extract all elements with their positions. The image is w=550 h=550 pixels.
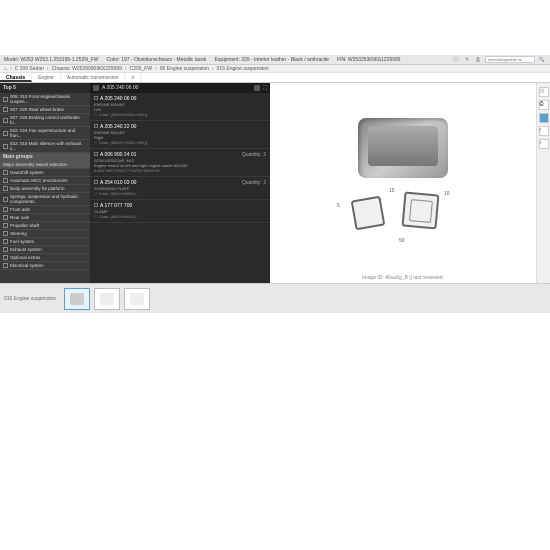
group-item[interactable]: Automatic MCC encrosorven (0, 177, 90, 185)
diagram-caption: Image ID: 46uu6g_B || last reviewed: (362, 275, 444, 281)
crumb-group[interactable]: 05 Engine suspension (160, 66, 209, 72)
checkbox-icon[interactable] (94, 180, 98, 184)
model-info: Model: W253 W253.1.253195-1.253N_FW (4, 57, 99, 63)
expand-icon[interactable]: ⛶ (263, 85, 267, 91)
link-icon[interactable] (539, 113, 549, 123)
right-toolbar: 🛒 ⎙ ‹ › (536, 83, 550, 283)
checkbox-icon[interactable] (3, 97, 8, 102)
forward-icon[interactable]: › (539, 139, 549, 149)
group-item[interactable]: Exhaust system (0, 246, 90, 254)
search-icon[interactable] (93, 85, 99, 91)
back-icon[interactable]: ‹ (539, 126, 549, 136)
callout[interactable]: 50 (398, 238, 406, 244)
checkbox-icon[interactable] (3, 118, 8, 123)
search-input[interactable] (485, 56, 535, 63)
checkbox-icon[interactable] (3, 215, 8, 220)
part-row[interactable]: A 205 240 06 00 ENGINE MOUNT Left ⚐ Code… (90, 93, 270, 121)
checkbox-icon[interactable] (3, 231, 8, 236)
thumb-label: 015 Engine suspension (4, 296, 56, 302)
top5-header: Top 5 (0, 83, 90, 93)
checkbox-icon[interactable] (94, 96, 98, 100)
checkbox-icon[interactable] (3, 223, 8, 228)
group-item[interactable]: Front axle (0, 206, 90, 214)
equipment-info: Equipment: 229 - Interior leather - Blac… (215, 57, 330, 63)
checkbox-icon[interactable] (3, 131, 8, 136)
top5-item[interactable]: 007: 025 Braking control unit/brake fo..… (0, 114, 90, 127)
group-item[interactable]: Optional extras (0, 254, 90, 262)
group-item[interactable]: Steering (0, 230, 90, 238)
checkbox-icon[interactable] (3, 186, 8, 191)
group-item[interactable]: Body assembly for platform (0, 185, 90, 193)
checkbox-icon[interactable] (3, 239, 8, 244)
checkbox-icon[interactable] (3, 197, 8, 202)
crumb-code[interactable]: C205_FW (130, 66, 153, 72)
thumbnail[interactable] (64, 288, 90, 310)
flag-icon: ⚐ (94, 112, 98, 117)
tab-automatic[interactable]: Automatic transmission (61, 73, 126, 82)
part-row[interactable]: A 006 990 24 01Quantity: 2 SCHLUSSSCHR. … (90, 149, 270, 177)
checkbox-icon[interactable] (94, 203, 98, 207)
thumbnail[interactable] (94, 288, 120, 310)
thumbnail-bar: 015 Engine suspension (0, 283, 550, 313)
tab-collapse[interactable]: ≡ (125, 73, 141, 82)
engine-diagram: 5 15 10 50 (328, 113, 478, 253)
callout[interactable]: 10 (443, 191, 451, 197)
top5-item[interactable]: 022: 016 Main silencer with exhaust s... (0, 140, 90, 153)
checkbox-icon[interactable] (94, 124, 98, 128)
tab-chassis[interactable]: Chassis (0, 73, 32, 82)
checkbox-icon[interactable] (3, 207, 8, 212)
color-info: Color: 197 - Obsidianschwarz - Metallic … (107, 57, 207, 63)
crumb-chassis[interactable]: Chassis: W253999096X229999 (52, 66, 122, 72)
group-item[interactable]: Propeller shaft (0, 222, 90, 230)
sidebar: Top 5 005: 015 Front engine/chassis susp… (0, 83, 90, 283)
diagram-view[interactable]: 5 15 10 50 Image ID: 46uu6g_B || last re… (270, 83, 536, 283)
flag-icon: ⚐ (94, 191, 98, 196)
checkbox-icon[interactable] (3, 178, 8, 183)
group-item[interactable]: Rear axle (0, 214, 90, 222)
checkbox-icon[interactable] (3, 170, 8, 175)
checkbox-icon[interactable] (3, 247, 8, 252)
search-icon[interactable]: 🔍 (538, 56, 546, 64)
checkbox-icon[interactable] (3, 107, 8, 112)
thumbnail[interactable] (124, 288, 150, 310)
checkbox-icon[interactable] (3, 255, 8, 260)
part-num-header: A 205 240 06 00 (102, 85, 138, 91)
assembly-selector[interactable]: Major assembly swivel selection (0, 161, 90, 169)
group-item[interactable]: Fuel system (0, 238, 90, 246)
print-icon[interactable]: ⎙ (539, 100, 549, 110)
main-groups-header: Main groups (0, 153, 90, 161)
group-item[interactable]: Springs, suspension and hydraulic compon… (0, 193, 90, 206)
header-bar: Model: W253 W253.1.253195-1.253N_FW Colo… (0, 55, 550, 65)
top5-item[interactable]: 022: 024 Fan superstructure and fran... (0, 127, 90, 140)
tab-engine[interactable]: Engine (32, 73, 61, 82)
part-row[interactable]: A 177 077 700 CLAMP ⚐ Code: (M264+M651); (90, 200, 270, 223)
part-row[interactable]: A 254 010 03 00Quantity: 2 SCREWING PLAT… (90, 177, 270, 200)
checkbox-icon[interactable] (3, 263, 8, 268)
callout[interactable]: 5 (336, 203, 341, 209)
crumb-sub[interactable]: 015 Engine suspension (217, 66, 269, 72)
home-icon[interactable]: ⌂ (4, 66, 7, 72)
top5-item[interactable]: 005: 015 Front engine/chassis suspen... (0, 93, 90, 106)
tabs: Chassis Engine Automatic transmission ≡ (0, 73, 550, 83)
grid-icon[interactable] (254, 85, 260, 91)
crumb-model[interactable]: C 200 Sedan (15, 66, 44, 72)
part-row[interactable]: A 205 240 22 00 ENGINE MOUNT Right ⚐ Cod… (90, 121, 270, 149)
group-item[interactable]: Electrical system (0, 262, 90, 270)
group-item[interactable]: Gearshift system (0, 169, 90, 177)
breadcrumb: ⌂ › C 200 Sedan › Chassis: W253999096X22… (0, 65, 550, 73)
note-icon[interactable]: ✎ (463, 56, 471, 64)
flag-icon: ⚐ (94, 214, 98, 219)
callout[interactable]: 15 (388, 188, 396, 194)
vin-info: FIN: W253253096S1229999 (337, 57, 400, 63)
cart-icon[interactable]: 🛒 (539, 87, 549, 97)
top5-item[interactable]: 007: 020 Rear wheel brake (0, 106, 90, 114)
checkbox-icon[interactable] (94, 152, 98, 156)
checkbox-icon[interactable] (3, 144, 8, 149)
info-icon[interactable]: ⓘ (452, 56, 460, 64)
parts-panel: A 205 240 06 00 ⛶ A 205 240 06 00 ENGINE… (90, 83, 270, 283)
flag-icon: ⚐ (94, 140, 98, 145)
print-icon[interactable]: ⎙ (474, 56, 482, 64)
